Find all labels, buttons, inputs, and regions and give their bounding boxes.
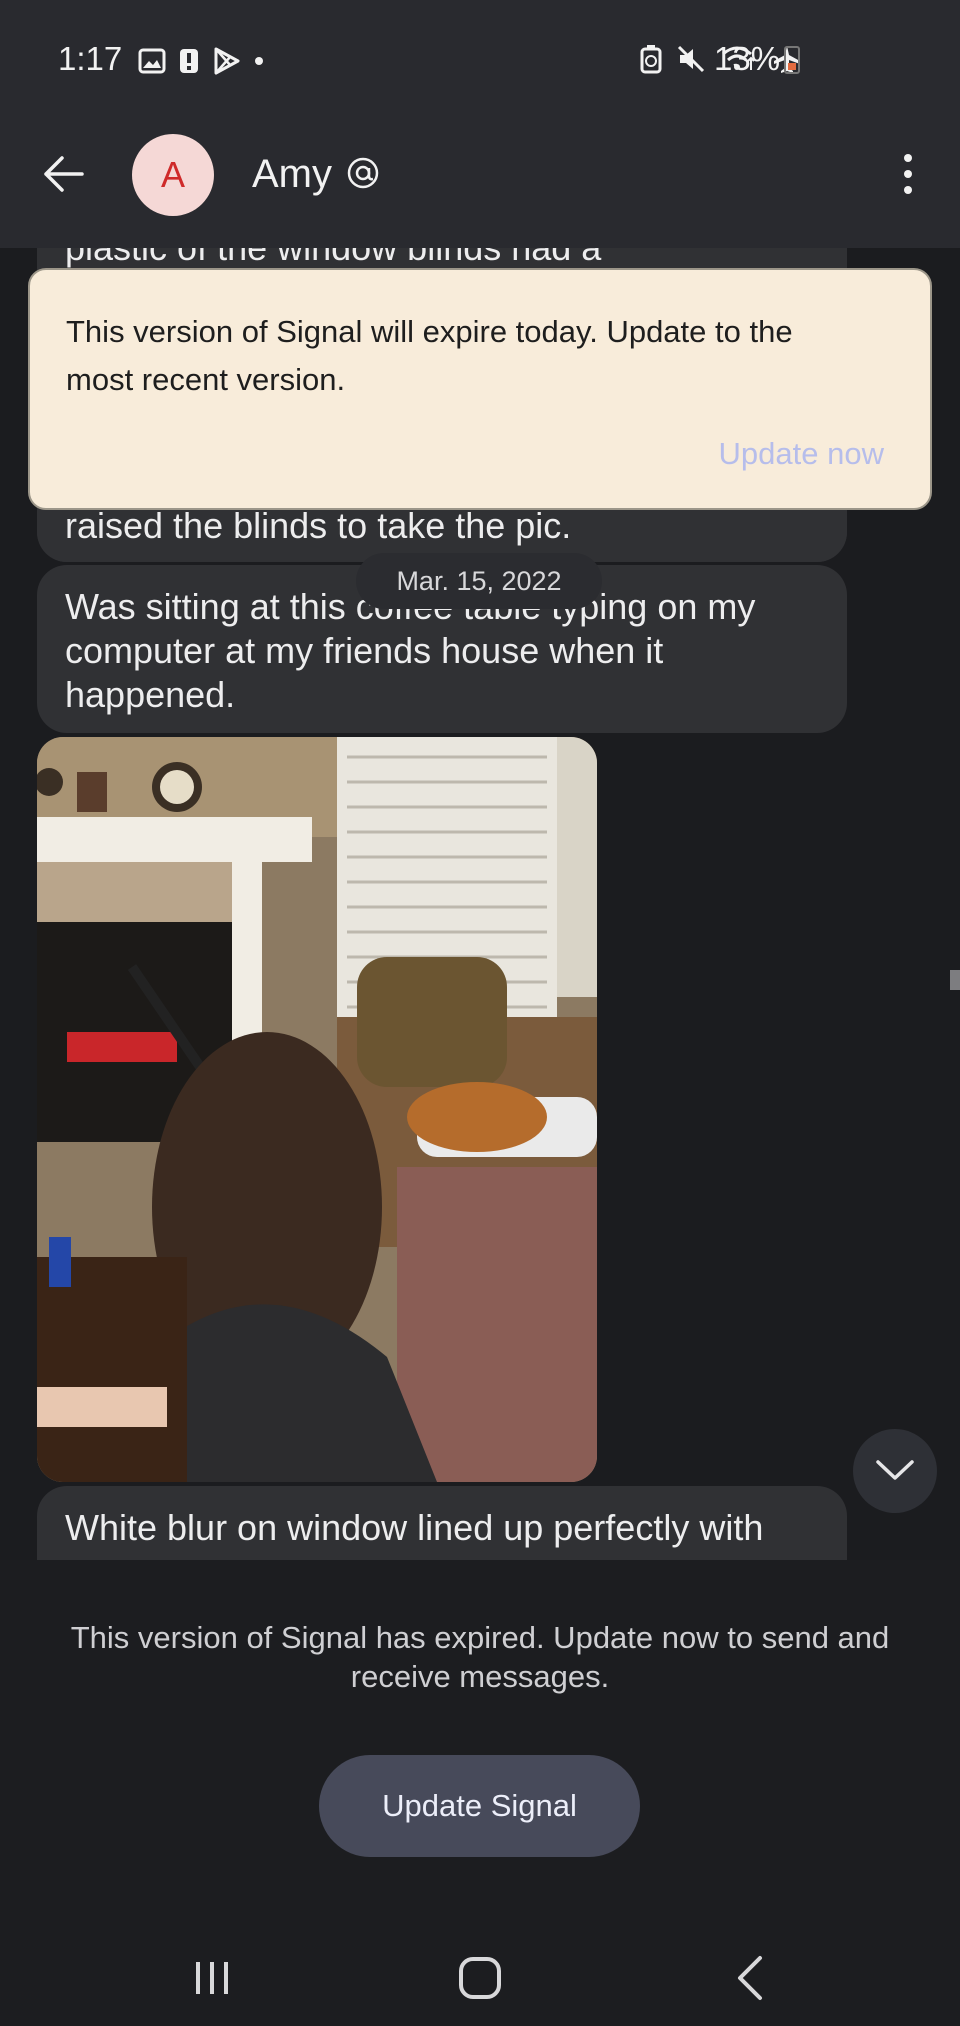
mute-icon <box>677 45 705 73</box>
more-vert-icon <box>904 154 912 194</box>
mention-icon <box>347 157 379 189</box>
nav-back-button[interactable] <box>710 1940 790 2020</box>
alert-icon <box>180 49 198 73</box>
back-button[interactable] <box>38 148 90 200</box>
avatar[interactable]: A <box>132 134 214 216</box>
banner-message: This version of Signal will expire today… <box>66 314 793 397</box>
contact-name[interactable]: Amy <box>252 152 332 197</box>
back-arrow-icon <box>44 156 84 192</box>
message-photo[interactable] <box>37 737 597 1482</box>
nav-back-icon <box>738 1956 762 2000</box>
scrollbar-thumb[interactable] <box>950 970 960 990</box>
battery-percent: 13% <box>714 40 781 77</box>
message-text-end: raised the blinds to take the pic. <box>65 505 572 546</box>
photo-image <box>37 737 597 1482</box>
update-signal-button[interactable]: Update Signal <box>319 1755 640 1857</box>
message-text: White blur on window lined up perfectly … <box>65 1507 764 1548</box>
status-notification-icons <box>138 46 264 76</box>
update-now-link[interactable]: Update now <box>719 436 884 472</box>
play-store-icon <box>214 47 240 75</box>
scroll-to-bottom-button[interactable] <box>853 1429 937 1513</box>
recents-icon <box>196 1962 228 1994</box>
message-bubble[interactable]: White blur on window lined up perfectly … <box>37 1486 847 1566</box>
system-nav-bar <box>0 1940 960 2026</box>
app-bar: 1:17 13% A Amy <box>0 0 960 248</box>
home-icon <box>459 1957 501 1999</box>
image-icon <box>138 48 166 74</box>
status-time: 1:17 <box>58 40 123 77</box>
expired-footer: This version of Signal has expired. Upda… <box>0 1560 960 2026</box>
more-notifications-dot <box>255 57 263 65</box>
expiry-banner: This version of Signal will expire today… <box>28 268 932 510</box>
battery-icon <box>784 46 800 74</box>
home-button[interactable] <box>440 1940 520 2020</box>
date-divider: Mar. 15, 2022 <box>356 553 602 609</box>
overflow-menu-button[interactable] <box>888 148 928 200</box>
chevron-down-icon <box>876 1460 914 1480</box>
recents-button[interactable] <box>172 1940 252 2020</box>
expired-message: This version of Signal has expired. Upda… <box>70 1620 890 1694</box>
recycle-icon <box>640 45 662 74</box>
conversation-screen: plastic of the window blinds had a raise… <box>0 0 960 2026</box>
